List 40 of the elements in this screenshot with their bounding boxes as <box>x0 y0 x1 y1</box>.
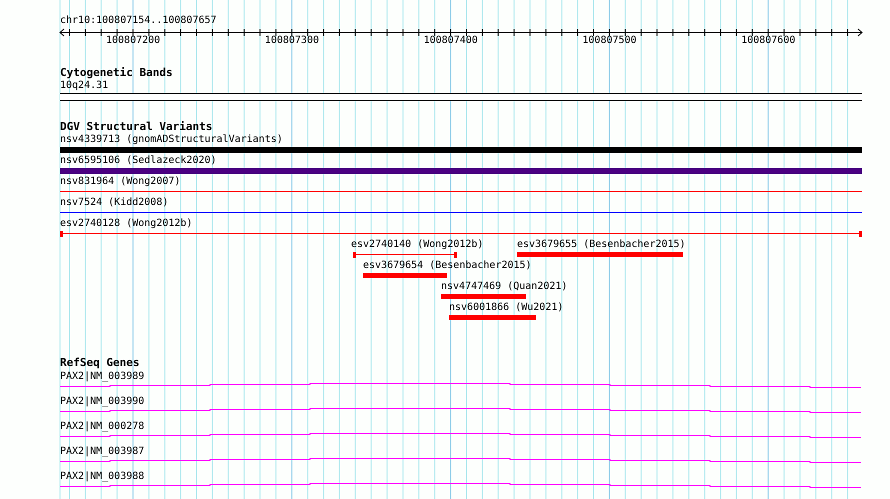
variant-label: esv3679654 (Besenbacher2015) <box>363 260 532 272</box>
variant-label: nsv6001866 (Wu2021) <box>449 302 564 314</box>
variant-label: nsv7524 (Kidd2008) <box>60 197 168 209</box>
gene-line[interactable] <box>60 483 862 488</box>
variant-label: esv2740128 (Wong2012b) <box>60 218 192 230</box>
variant-span[interactable] <box>353 252 457 258</box>
gene-line[interactable] <box>60 433 862 438</box>
variant-bar[interactable] <box>449 315 536 320</box>
variant-bar[interactable] <box>517 252 683 257</box>
variant-label: nsv4747469 (Quan2021) <box>441 281 568 293</box>
band-label: 10q24.31 <box>60 80 108 92</box>
gene-label: PAX2|NM_000278 <box>60 421 144 433</box>
tick-label: 100807300 <box>264 35 319 47</box>
gene-line[interactable] <box>60 383 862 388</box>
variant-label: nsv831964 (Wong2007) <box>60 176 180 188</box>
variant-label: esv3679655 (Besenbacher2015) <box>517 239 686 251</box>
variant-bar[interactable] <box>441 294 526 299</box>
location-label: chr10:100807154..100807657 <box>60 15 217 27</box>
gene-label: PAX2|NM_003988 <box>60 471 144 483</box>
track-title: DGV Structural Variants <box>60 121 212 133</box>
gene-line[interactable] <box>60 458 862 463</box>
variant-label: nsv6595106 (Sedlazeck2020) <box>60 155 217 167</box>
variant-bar[interactable] <box>60 168 862 174</box>
variant-label: nsv4339713 (gnomADStructuralVariants) <box>60 134 283 146</box>
gene-line[interactable] <box>60 408 862 413</box>
variant-line[interactable] <box>60 212 862 213</box>
variant-label: esv2740140 (Wong2012b) <box>351 239 484 251</box>
gene-label: PAX2|NM_003989 <box>60 371 144 383</box>
gene-label: PAX2|NM_003987 <box>60 446 144 458</box>
variant-span[interactable] <box>60 231 862 237</box>
track-title: RefSeq Genes <box>60 357 140 369</box>
tick-label: 100807500 <box>582 35 637 47</box>
variant-bar[interactable] <box>60 147 862 153</box>
tick-label: 100807400 <box>424 35 478 47</box>
tick-label: 100807200 <box>106 35 160 47</box>
tick-label: 100807600 <box>741 35 796 47</box>
gene-label: PAX2|NM_003990 <box>60 396 144 408</box>
variant-line[interactable] <box>60 191 862 192</box>
track-title: Cytogenetic Bands <box>60 67 173 79</box>
variant-bar[interactable] <box>363 273 447 278</box>
